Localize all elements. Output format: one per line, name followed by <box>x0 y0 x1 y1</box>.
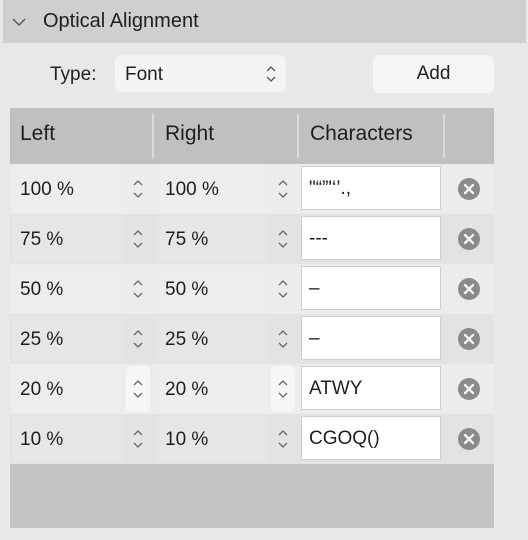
left-percent-value: 100 % <box>20 179 74 200</box>
panel-header[interactable]: Optical Alignment <box>3 0 526 43</box>
right-stepper[interactable] <box>271 216 295 262</box>
table-row: 25 % 25 % – <box>10 314 494 364</box>
left-stepper[interactable] <box>126 216 150 262</box>
left-percent-value: 50 % <box>20 279 64 300</box>
right-percent-value: 25 % <box>165 329 209 350</box>
left-percent-field[interactable]: 75 % <box>12 216 124 262</box>
left-percent-field[interactable]: 100 % <box>12 166 124 212</box>
right-stepper[interactable] <box>271 166 295 212</box>
table-row: 50 % 50 % – <box>10 264 494 314</box>
left-percent-field[interactable]: 25 % <box>12 316 124 362</box>
circle-x-icon[interactable] <box>457 377 481 401</box>
table-row: 75 % 75 % --- <box>10 214 494 264</box>
right-percent-value: 50 % <box>165 279 209 300</box>
table-row: 10 % 10 % CGOQ() <box>10 414 494 464</box>
type-select-value: Font <box>125 64 164 85</box>
characters-value: ATWY <box>309 378 363 399</box>
left-stepper[interactable] <box>126 266 150 312</box>
left-stepper[interactable] <box>126 166 150 212</box>
right-stepper[interactable] <box>271 316 295 362</box>
circle-x-icon[interactable] <box>457 277 481 301</box>
right-percent-value: 20 % <box>165 379 209 400</box>
left-stepper[interactable] <box>126 416 150 462</box>
type-select[interactable]: Font <box>115 55 286 92</box>
left-percent-value: 25 % <box>20 329 64 350</box>
right-percent-field[interactable]: 25 % <box>157 316 269 362</box>
characters-input[interactable]: CGOQ() <box>301 416 441 460</box>
left-stepper[interactable] <box>126 316 150 362</box>
characters-input[interactable]: ATWY <box>301 366 441 410</box>
left-percent-value: 20 % <box>20 379 64 400</box>
left-percent-value: 10 % <box>20 429 64 450</box>
right-stepper[interactable] <box>271 266 295 312</box>
type-label: Type: <box>50 64 97 85</box>
circle-x-icon[interactable] <box>457 227 481 251</box>
left-percent-value: 75 % <box>20 229 64 250</box>
right-percent-field[interactable]: 20 % <box>157 366 269 412</box>
characters-value: CGOQ() <box>309 428 380 449</box>
chevron-down-icon[interactable] <box>9 12 29 32</box>
left-percent-field[interactable]: 10 % <box>12 416 124 462</box>
characters-value: "“”'‘’., <box>309 178 352 199</box>
column-divider <box>152 114 154 158</box>
circle-x-icon[interactable] <box>457 177 481 201</box>
column-divider <box>297 114 299 158</box>
characters-input[interactable]: – <box>301 266 441 310</box>
characters-value: – <box>309 278 320 299</box>
panel-title: Optical Alignment <box>43 10 199 32</box>
right-percent-field[interactable]: 50 % <box>157 266 269 312</box>
right-percent-value: 100 % <box>165 179 219 200</box>
right-percent-value: 75 % <box>165 229 209 250</box>
table-row: 100 % 100 % "“”'‘’., <box>10 164 494 214</box>
right-percent-field[interactable]: 75 % <box>157 216 269 262</box>
characters-value: – <box>309 328 320 349</box>
right-percent-field[interactable]: 100 % <box>157 166 269 212</box>
column-header-characters[interactable]: Characters <box>310 122 413 146</box>
characters-input[interactable]: – <box>301 316 441 360</box>
add-button[interactable]: Add <box>373 55 494 93</box>
column-header-right[interactable]: Right <box>165 122 214 146</box>
left-percent-field[interactable]: 50 % <box>12 266 124 312</box>
table-header: Left Right Characters <box>10 108 494 164</box>
characters-input[interactable]: --- <box>301 216 441 260</box>
right-stepper[interactable] <box>271 416 295 462</box>
up-down-chevron-icon <box>265 63 277 90</box>
column-header-left[interactable]: Left <box>20 122 55 146</box>
left-stepper[interactable] <box>126 366 150 412</box>
column-divider <box>443 114 445 158</box>
table-row: 20 % 20 % ATWY <box>10 364 494 414</box>
optical-alignment-table: Left Right Characters 100 % 100 % "“”'‘’… <box>10 108 494 528</box>
circle-x-icon[interactable] <box>457 427 481 451</box>
characters-value: --- <box>309 228 328 249</box>
left-percent-field[interactable]: 20 % <box>12 366 124 412</box>
circle-x-icon[interactable] <box>457 327 481 351</box>
characters-input[interactable]: "“”'‘’., <box>301 166 441 210</box>
right-stepper[interactable] <box>271 366 295 412</box>
right-percent-value: 10 % <box>165 429 209 450</box>
type-row: Type: Font Add <box>0 54 528 94</box>
right-percent-field[interactable]: 10 % <box>157 416 269 462</box>
